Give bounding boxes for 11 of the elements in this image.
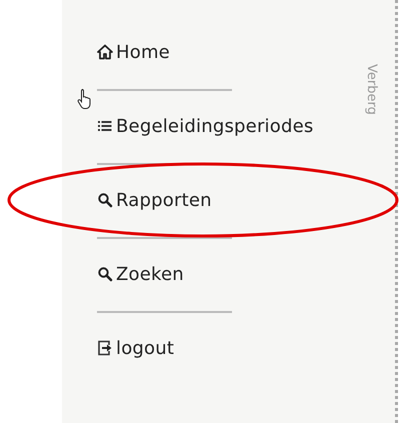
search-icon — [97, 266, 113, 282]
logout-icon — [97, 340, 113, 356]
menu-item[interactable]: logout — [97, 338, 174, 358]
search-icon — [97, 192, 113, 208]
menu-item[interactable]: Begeleidingsperiodes — [97, 116, 314, 136]
menu-item[interactable]: Zoeken — [97, 264, 184, 284]
menu-item[interactable]: Home — [97, 42, 170, 62]
menu-item[interactable]: Rapporten — [97, 190, 212, 210]
home-icon — [97, 44, 113, 60]
hand-cursor-icon — [77, 88, 93, 110]
list-icon — [97, 118, 113, 134]
